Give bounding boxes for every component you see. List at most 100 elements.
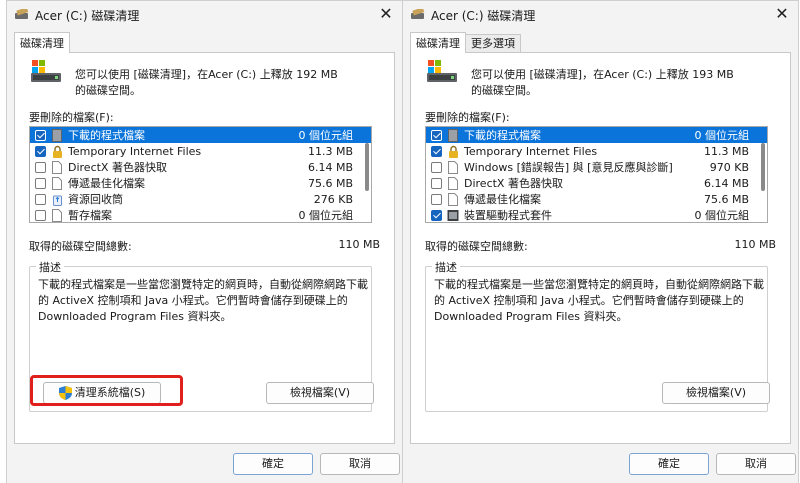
description-group-title: 描述 xyxy=(432,259,460,275)
file-checkbox[interactable] xyxy=(431,145,442,157)
file-name: Windows [錯誤報告] 與 [意見反應與診斷] xyxy=(464,161,673,174)
close-icon[interactable]: ✕ xyxy=(772,4,792,24)
disk-cleanup-app-icon xyxy=(411,9,425,19)
disk-cleanup-app-icon xyxy=(15,9,29,19)
lock-icon xyxy=(51,145,63,158)
files-to-delete-label: 要刪除的檔案(F): xyxy=(425,111,510,124)
file-name: Temporary Internet Files xyxy=(464,144,598,158)
file-checkbox[interactable] xyxy=(431,161,442,173)
file-size: 0 個位元組 xyxy=(298,129,354,142)
file-list-item[interactable]: 資源回收筒 276 KB xyxy=(30,191,371,207)
window-title: Acer (C:) 磁碟清理 xyxy=(431,9,536,23)
file-size: 75.6 MB xyxy=(703,192,749,206)
window-title: Acer (C:) 磁碟清理 xyxy=(35,9,140,23)
tab-panel: 您可以使用 [磁碟清理]，在Acer (C:) 上釋放 193 MB 的磁碟空間… xyxy=(410,52,791,444)
drive-icon xyxy=(427,60,457,82)
file-size: 0 個位元組 xyxy=(694,129,750,142)
device-icon xyxy=(447,209,459,222)
file-name: 暫存檔案 xyxy=(68,209,112,222)
folder-icon xyxy=(447,128,459,142)
file-icon xyxy=(447,160,459,174)
tab-disk-cleanup[interactable]: 磁碟清理 xyxy=(14,32,70,53)
file-checkbox[interactable] xyxy=(431,129,442,141)
file-checkbox[interactable] xyxy=(431,209,442,221)
file-list-item[interactable]: Temporary Internet Files 11.3 MB xyxy=(426,143,767,159)
file-name: DirectX 著色器快取 xyxy=(68,161,167,174)
file-checkbox[interactable] xyxy=(35,193,46,205)
total-space-value: 110 MB xyxy=(338,238,380,251)
file-name: 下載的程式檔案 xyxy=(464,129,541,142)
file-size: 11.3 MB xyxy=(703,144,749,158)
disk-cleanup-window-right: Acer (C:) 磁碟清理 ✕ 磁碟清理 更多選項 您可以使用 [磁碟清理]，… xyxy=(402,0,799,483)
file-icon xyxy=(447,176,459,190)
file-size: 0 個位元組 xyxy=(298,209,354,222)
dialog-footer: 確定 取消 xyxy=(7,445,402,483)
file-name: Temporary Internet Files xyxy=(68,144,202,158)
file-list-item[interactable]: 傳遞最佳化檔案 75.6 MB xyxy=(426,191,767,207)
file-name: 資源回收筒 xyxy=(68,193,123,206)
file-icon xyxy=(51,208,63,222)
file-name: 裝置驅動程式套件 xyxy=(464,209,552,222)
lock-icon xyxy=(447,145,459,158)
total-space-label: 取得的磁碟空間總數: xyxy=(29,240,132,253)
file-checkbox[interactable] xyxy=(35,209,46,221)
file-list-item[interactable]: 下載的程式檔案 0 個位元組 xyxy=(30,127,371,143)
title-bar: Acer (C:) 磁碟清理 ✕ xyxy=(7,1,402,29)
intro-text: 您可以使用 [磁碟清理]，在Acer (C:) 上釋放 192 MB 的磁碟空間… xyxy=(75,68,338,97)
description-group-title: 描述 xyxy=(36,259,64,275)
total-space-value: 110 MB xyxy=(734,238,776,251)
ok-button[interactable]: 確定 xyxy=(629,453,709,475)
scrollbar-thumb[interactable] xyxy=(761,143,765,191)
file-list-item[interactable]: Temporary Internet Files 11.3 MB xyxy=(30,143,371,159)
close-icon[interactable]: ✕ xyxy=(376,4,396,24)
file-size: 6.14 MB xyxy=(703,176,749,190)
file-list-item[interactable]: Windows [錯誤報告] 與 [意見反應與診斷] 970 KB xyxy=(426,159,767,175)
file-checkbox[interactable] xyxy=(35,177,46,189)
total-space-label: 取得的磁碟空間總數: xyxy=(425,240,528,253)
file-name: 傳遞最佳化檔案 xyxy=(464,193,541,206)
tab-disk-cleanup[interactable]: 磁碟清理 xyxy=(410,32,466,53)
dialog-footer: 確定 取消 xyxy=(403,445,798,483)
file-name: 傳遞最佳化檔案 xyxy=(68,177,145,190)
file-checkbox[interactable] xyxy=(431,177,442,189)
files-to-delete-label: 要刪除的檔案(F): xyxy=(29,111,114,124)
file-icon xyxy=(447,192,459,206)
file-size: 75.6 MB xyxy=(307,176,353,190)
file-icon xyxy=(51,176,63,190)
description-text: 下載的程式檔案是一些當您瀏覽特定的網頁時，自動從網際網路下載的 ActiveX … xyxy=(38,278,368,323)
cancel-button[interactable]: 取消 xyxy=(320,453,400,475)
file-checkbox[interactable] xyxy=(35,145,46,157)
disk-cleanup-window-left: Acer (C:) 磁碟清理 ✕ 磁碟清理 您可以使用 [磁碟清理]，在Acer… xyxy=(6,0,403,483)
file-size: 6.14 MB xyxy=(307,160,353,174)
files-listbox[interactable]: 下載的程式檔案 0 個位元組 Temporary Internet Files 11.… xyxy=(425,126,768,223)
file-name: DirectX 著色器快取 xyxy=(464,177,563,190)
file-list-item[interactable]: 暫存檔案 0 個位元組 xyxy=(30,207,371,222)
file-list-item[interactable]: DirectX 著色器快取 6.14 MB xyxy=(30,159,371,175)
files-listbox[interactable]: 下載的程式檔案 0 個位元組 Temporary Internet Files 11.… xyxy=(29,126,372,223)
file-list-item[interactable]: 下載的程式檔案 0 個位元組 xyxy=(426,127,767,143)
file-name: 下載的程式檔案 xyxy=(68,129,145,142)
intro-text: 您可以使用 [磁碟清理]，在Acer (C:) 上釋放 193 MB 的磁碟空間… xyxy=(471,68,734,97)
scrollbar-thumb[interactable] xyxy=(365,143,369,191)
view-files-button[interactable]: 檢視檔案(V) xyxy=(266,382,374,404)
highlight-box xyxy=(30,375,183,406)
file-size: 0 個位元組 xyxy=(694,209,750,222)
ok-button[interactable]: 確定 xyxy=(233,453,313,475)
file-size: 276 KB xyxy=(313,192,353,206)
file-checkbox[interactable] xyxy=(35,161,46,173)
file-size: 970 KB xyxy=(709,160,749,174)
file-list-item[interactable]: DirectX 著色器快取 6.14 MB xyxy=(426,175,767,191)
tab-more-options[interactable]: 更多選項 xyxy=(465,34,521,53)
tab-strip: 磁碟清理 xyxy=(14,32,70,53)
file-checkbox[interactable] xyxy=(431,193,442,205)
file-icon xyxy=(51,160,63,174)
file-list-item[interactable]: 傳遞最佳化檔案 75.6 MB xyxy=(30,175,371,191)
recycle-bin-icon xyxy=(51,193,63,206)
title-bar: Acer (C:) 磁碟清理 ✕ xyxy=(403,1,798,29)
folder-icon xyxy=(51,128,63,142)
drive-icon xyxy=(31,60,61,82)
cancel-button[interactable]: 取消 xyxy=(716,453,796,475)
view-files-button[interactable]: 檢視檔案(V) xyxy=(662,382,770,404)
file-checkbox[interactable] xyxy=(35,129,46,141)
file-list-item[interactable]: 裝置驅動程式套件 0 個位元組 xyxy=(426,207,767,222)
